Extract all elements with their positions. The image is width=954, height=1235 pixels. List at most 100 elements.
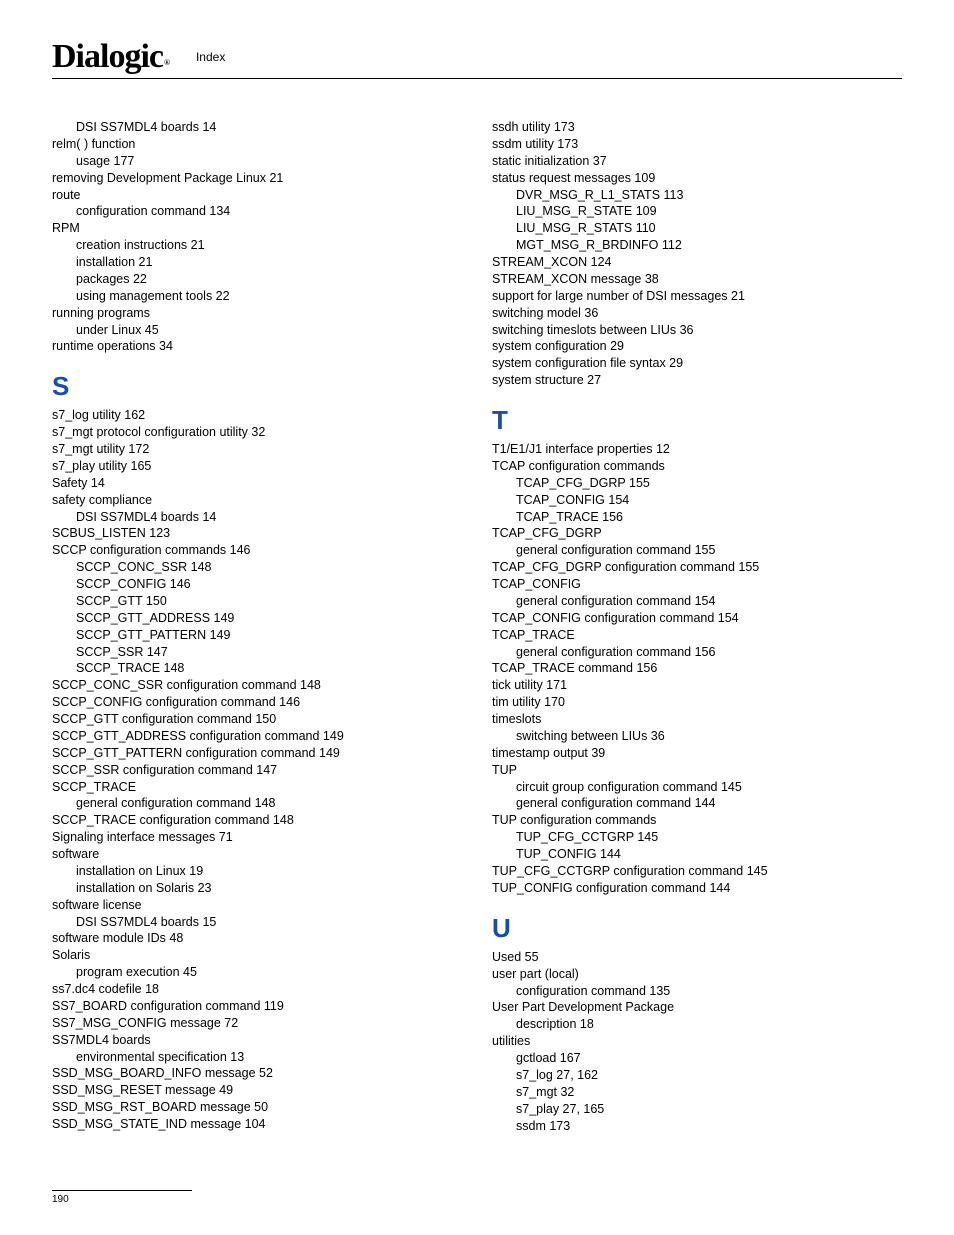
index-entry: SSD_MSG_RST_BOARD message 50 [52,1099,462,1116]
index-entry: SCCP_TRACE configuration command 148 [52,812,462,829]
index-entry: SS7MDL4 boards [52,1032,462,1049]
index-entry: TUP configuration commands [492,812,902,829]
group-r-continued: DSI SS7MDL4 boards 14relm( ) functionusa… [52,119,462,355]
index-entry: software license [52,897,462,914]
index-entry: TCAP_CONFIG configuration command 154 [492,610,902,627]
group-s: s7_log utility 162s7_mgt protocol config… [52,407,462,1133]
group-u: Used 55user part (local)configuration co… [492,949,902,1135]
index-entry: configuration command 135 [492,983,902,1000]
index-entry: running programs [52,305,462,322]
index-entry: TCAP_CONFIG [492,576,902,593]
index-entry: tick utility 171 [492,677,902,694]
index-entry: switching between LIUs 36 [492,728,902,745]
letter-heading-u: U [492,911,902,946]
index-entry: ssdm 173 [492,1118,902,1135]
index-entry: using management tools 22 [52,288,462,305]
index-entry: SS7_MSG_CONFIG message 72 [52,1015,462,1032]
logo-text: Dialogic [52,38,163,75]
index-entry: SCCP_CONFIG 146 [52,576,462,593]
index-entry: user part (local) [492,966,902,983]
index-entry: status request messages 109 [492,170,902,187]
index-entry: relm( ) function [52,136,462,153]
index-entry: SSD_MSG_STATE_IND message 104 [52,1116,462,1133]
index-entry: TCAP_TRACE command 156 [492,660,902,677]
index-entry: TUP_CFG_CCTGRP 145 [492,829,902,846]
index-entry: SCCP_GTT_PATTERN 149 [52,627,462,644]
index-entry: timestamp output 39 [492,745,902,762]
index-entry: TCAP_CFG_DGRP [492,525,902,542]
index-entry: SSD_MSG_RESET message 49 [52,1082,462,1099]
index-entry: system configuration file syntax 29 [492,355,902,372]
index-entry: TCAP_TRACE [492,627,902,644]
index-entry: RPM [52,220,462,237]
index-entry: environmental specification 13 [52,1049,462,1066]
logo-registered: ® [164,58,169,67]
index-entry: s7_play utility 165 [52,458,462,475]
index-entry: SCCP_SSR configuration command 147 [52,762,462,779]
index-entry: TCAP_TRACE 156 [492,509,902,526]
index-entry: s7_mgt protocol configuration utility 32 [52,424,462,441]
index-entry: Signaling interface messages 71 [52,829,462,846]
index-entry: general configuration command 155 [492,542,902,559]
index-entry: DVR_MSG_R_L1_STATS 113 [492,187,902,204]
index-entry: utilities [492,1033,902,1050]
index-entry: ss7.dc4 codefile 18 [52,981,462,998]
index-entry: creation instructions 21 [52,237,462,254]
index-entry: SCCP_GTT configuration command 150 [52,711,462,728]
group-t: T1/E1/J1 interface properties 12TCAP con… [492,441,902,897]
index-entry: T1/E1/J1 interface properties 12 [492,441,902,458]
index-entry: SCCP_GTT_PATTERN configuration command 1… [52,745,462,762]
section-title: Index [196,50,225,64]
index-col-left: DSI SS7MDL4 boards 14relm( ) functionusa… [52,119,462,1134]
index-entry: SCCP_SSR 147 [52,644,462,661]
index-entry: installation 21 [52,254,462,271]
index-entry: route [52,187,462,204]
index-entry: DSI SS7MDL4 boards 15 [52,914,462,931]
index-entry: support for large number of DSI messages… [492,288,902,305]
index-entry: STREAM_XCON message 38 [492,271,902,288]
index-entry: general configuration command 154 [492,593,902,610]
index-entry: SCCP_GTT_ADDRESS 149 [52,610,462,627]
index-entry: s7_mgt 32 [492,1084,902,1101]
index-entry: SS7_BOARD configuration command 119 [52,998,462,1015]
index-entry: s7_log utility 162 [52,407,462,424]
index-entry: tim utility 170 [492,694,902,711]
index-entry: SCCP_CONC_SSR 148 [52,559,462,576]
index-entry: packages 22 [52,271,462,288]
index-entry: switching model 36 [492,305,902,322]
index-entry: general configuration command 148 [52,795,462,812]
index-entry: DSI SS7MDL4 boards 14 [52,509,462,526]
index-entry: under Linux 45 [52,322,462,339]
index-entry: usage 177 [52,153,462,170]
index-entry: STREAM_XCON 124 [492,254,902,271]
index-entry: MGT_MSG_R_BRDINFO 112 [492,237,902,254]
index-entry: description 18 [492,1016,902,1033]
index-entry: Used 55 [492,949,902,966]
index-entry: TUP_CONFIG configuration command 144 [492,880,902,897]
index-entry: installation on Solaris 23 [52,880,462,897]
index-entry: safety compliance [52,492,462,509]
index-entry: User Part Development Package [492,999,902,1016]
index-entry: ssdh utility 173 [492,119,902,136]
index-entry: circuit group configuration command 145 [492,779,902,796]
index-entry: TUP_CFG_CCTGRP configuration command 145 [492,863,902,880]
index-entry: LIU_MSG_R_STATE 109 [492,203,902,220]
index-entry: program execution 45 [52,964,462,981]
index-col-right: ssdh utility 173ssdm utility 173static i… [492,119,902,1134]
index-entry: general configuration command 144 [492,795,902,812]
index-entry: static initialization 37 [492,153,902,170]
logo: Dialogic® [52,38,168,76]
index-entry: SSD_MSG_BOARD_INFO message 52 [52,1065,462,1082]
index-entry: installation on Linux 19 [52,863,462,880]
index-entry: DSI SS7MDL4 boards 14 [52,119,462,136]
index-entry: general configuration command 156 [492,644,902,661]
index-entry: TCAP configuration commands [492,458,902,475]
index-entry: system configuration 29 [492,338,902,355]
index-entry: Safety 14 [52,475,462,492]
index-entry: software module IDs 48 [52,930,462,947]
index-entry: TCAP_CONFIG 154 [492,492,902,509]
index-entry: SCBUS_LISTEN 123 [52,525,462,542]
index-entry: gctload 167 [492,1050,902,1067]
index-entry: Solaris [52,947,462,964]
index-entry: SCCP_GTT_ADDRESS configuration command 1… [52,728,462,745]
